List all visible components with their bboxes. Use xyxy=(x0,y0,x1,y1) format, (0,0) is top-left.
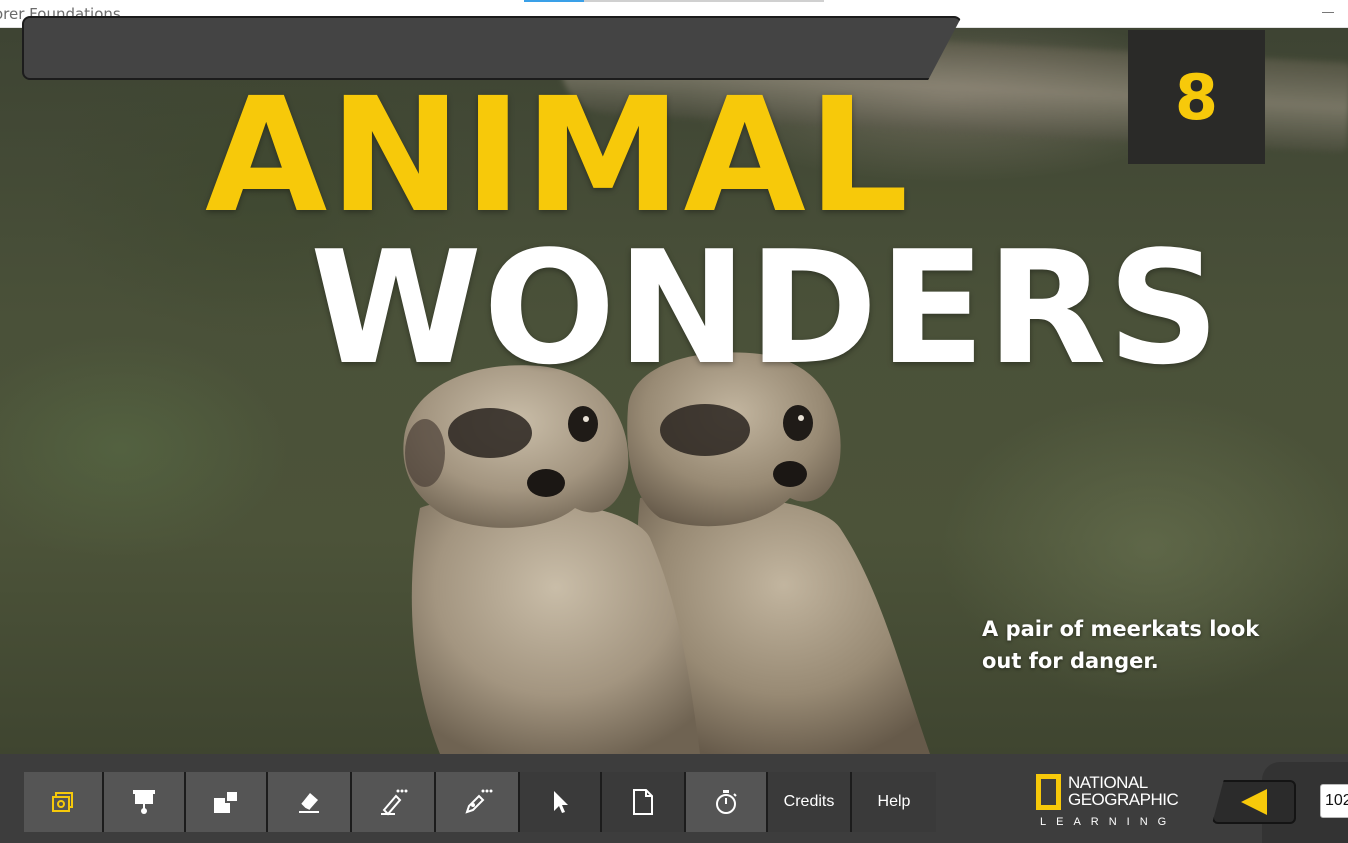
page-button[interactable] xyxy=(602,772,686,832)
unit-number: 8 xyxy=(1174,60,1219,134)
minimize-button[interactable] xyxy=(1322,12,1334,13)
tab-strip[interactable] xyxy=(524,0,824,2)
page-number-input[interactable]: 102 xyxy=(1320,784,1348,818)
presentation-icon xyxy=(133,790,155,814)
credits-button[interactable]: Credits xyxy=(768,772,852,832)
tool-group xyxy=(22,16,962,80)
cursor-icon xyxy=(554,791,568,813)
zoom-area-icon xyxy=(214,790,239,813)
zoom-area-button[interactable] xyxy=(186,772,268,832)
cursor-button[interactable] xyxy=(520,772,602,832)
active-tab-indicator xyxy=(524,0,584,2)
title-wonders: WONDERS xyxy=(310,217,1221,399)
help-label: Help xyxy=(877,793,911,810)
logo-line-geographic: GEOGRAPHIC xyxy=(1068,790,1179,809)
presentation-button[interactable] xyxy=(104,772,186,832)
eraser-icon xyxy=(299,793,319,813)
pen-button[interactable] xyxy=(352,772,436,832)
eraser-button[interactable] xyxy=(268,772,352,832)
photo-caption: A pair of meerkats look out for danger. xyxy=(982,617,1260,673)
arrow-left-icon xyxy=(1241,789,1267,815)
credits-label: Credits xyxy=(783,793,835,810)
national-geographic-learning-logo: NATIONAL GEOGRAPHIC LEARNING xyxy=(1036,772,1179,832)
gallery-button[interactable] xyxy=(24,772,104,832)
pen-icon xyxy=(381,789,408,816)
logo-line-learning: LEARNING xyxy=(1040,816,1177,828)
gallery-icon xyxy=(52,792,73,812)
timer-button[interactable] xyxy=(686,772,768,832)
previous-page-button[interactable] xyxy=(1212,780,1296,824)
unit-number-badge: 8 xyxy=(1128,30,1265,164)
ng-yellow-frame-icon xyxy=(1036,774,1061,810)
timer-icon xyxy=(716,790,737,814)
title-animal: ANIMAL xyxy=(205,64,911,248)
book-page[interactable]: ANIMAL WONDERS 8 A pair of meerkats look… xyxy=(0,28,1348,754)
highlighter-button[interactable] xyxy=(436,772,520,832)
highlighter-icon xyxy=(465,789,493,814)
page-icon xyxy=(633,789,653,815)
help-button[interactable]: Help xyxy=(852,772,936,832)
